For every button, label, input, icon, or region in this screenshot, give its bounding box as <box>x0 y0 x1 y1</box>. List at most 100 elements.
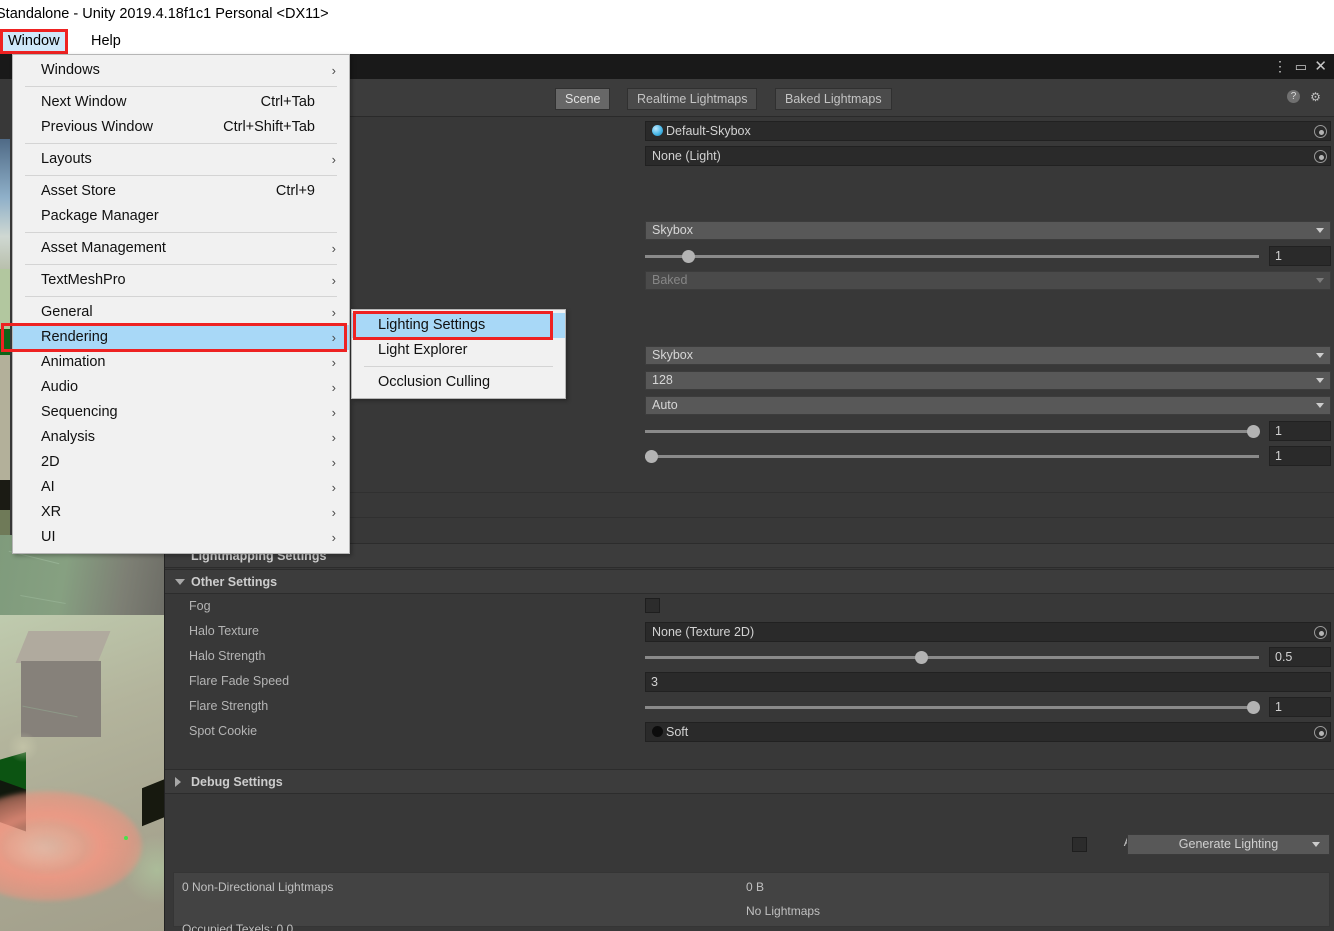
halo-strength-field[interactable]: 0.5 <box>645 647 1331 667</box>
row-fog: Fog <box>165 594 1334 619</box>
panel-options-icon[interactable]: ⋮ <box>1273 54 1287 79</box>
reflection-bounces-slider[interactable] <box>645 450 1259 463</box>
halo-texture-value: None (Texture 2D) <box>652 625 755 639</box>
menu-item-general[interactable]: General › <box>13 300 349 325</box>
menu-item-sequencing[interactable]: Sequencing › <box>13 400 349 425</box>
tab-baked-lightmaps[interactable]: Baked Lightmaps <box>775 88 892 110</box>
chevron-right-icon: › <box>331 380 336 395</box>
gear-icon[interactable]: ⚙ <box>1308 90 1323 105</box>
menu-item-asset-management[interactable]: Asset Management › <box>13 236 349 261</box>
slider-handle[interactable] <box>1246 701 1260 714</box>
spot-cookie-field[interactable]: Soft <box>645 722 1331 742</box>
reflection-source-dropdown[interactable]: Skybox <box>645 346 1331 365</box>
menu-item-2d[interactable]: 2D › <box>13 450 349 475</box>
section-other-settings[interactable]: Other Settings <box>165 569 1334 594</box>
maximize-icon[interactable]: ▭ <box>1295 54 1307 79</box>
reflection-resolution-field[interactable]: 128 <box>645 371 1331 390</box>
menu-item-ui-label: UI <box>41 529 56 545</box>
fog-field[interactable] <box>645 597 1331 615</box>
submenu-item-lighting-settings[interactable]: Lighting Settings <box>352 311 565 340</box>
spot-cookie-objectfield[interactable]: Soft <box>645 722 1331 742</box>
halo-texture-field[interactable]: None (Texture 2D) <box>645 622 1331 642</box>
reflection-intensity-value[interactable]: 1 <box>1269 421 1331 441</box>
rendering-submenu[interactable]: Lighting Settings Light Explorer Occlusi… <box>351 309 566 399</box>
menu-item-next-window[interactable]: Next Window Ctrl+Tab <box>13 90 349 115</box>
menu-item-package-manager[interactable]: Package Manager <box>13 204 349 229</box>
reflection-intensity-slider[interactable] <box>645 425 1260 438</box>
reflection-resolution-dropdown[interactable]: 128 <box>645 371 1331 390</box>
section-debug-settings[interactable]: Debug Settings <box>165 769 1334 794</box>
tab-realtime-lightmaps[interactable]: Realtime Lightmaps <box>627 88 758 110</box>
ambient-intensity-field[interactable]: 1 <box>645 246 1331 266</box>
row-flare-strength: Flare Strength 1 <box>165 694 1334 719</box>
menu-item-audio-label: Audio <box>41 379 79 395</box>
reflection-source-field[interactable]: Skybox <box>645 346 1331 365</box>
menu-item-asset-store[interactable]: Asset Store Ctrl+9 <box>13 179 349 204</box>
flare-fade-speed-value[interactable]: 3 <box>645 672 1331 692</box>
menu-item-ai[interactable]: AI › <box>13 475 349 500</box>
help-icon[interactable]: ? <box>1287 90 1302 105</box>
slider-handle[interactable] <box>1246 425 1260 438</box>
auto-generate-checkbox[interactable] <box>1072 837 1087 852</box>
skybox-material-objectfield[interactable]: Default-Skybox <box>645 121 1331 141</box>
menu-item-ui[interactable]: UI › <box>13 525 349 550</box>
submenu-item-lighting-settings-label: Lighting Settings <box>378 317 486 333</box>
ambient-source-field[interactable]: Skybox <box>645 221 1331 240</box>
slider-handle[interactable] <box>681 250 695 263</box>
menubar-item-window[interactable]: Window <box>0 29 68 54</box>
sun-source-field[interactable]: None (Light) <box>645 146 1331 166</box>
menu-item-layouts[interactable]: Layouts › <box>13 147 349 172</box>
object-picker-icon[interactable] <box>1314 626 1327 639</box>
menu-item-sequencing-label: Sequencing <box>41 404 118 420</box>
menu-item-previous-window-shortcut: Ctrl+Shift+Tab <box>223 119 315 135</box>
submenu-item-occlusion-culling[interactable]: Occlusion Culling <box>352 370 565 395</box>
tab-scene[interactable]: Scene <box>555 88 611 110</box>
preview-green-dot <box>124 836 128 840</box>
object-picker-icon[interactable] <box>1314 125 1327 138</box>
flare-strength-field[interactable]: 1 <box>645 697 1331 717</box>
skybox-material-field[interactable]: Default-Skybox <box>645 121 1331 141</box>
object-picker-icon[interactable] <box>1314 150 1327 163</box>
menubar-item-help[interactable]: Help <box>83 29 129 54</box>
reflection-compression-dropdown[interactable]: Auto <box>645 396 1331 415</box>
flare-strength-slider[interactable] <box>645 701 1260 714</box>
flare-strength-value[interactable]: 1 <box>1269 697 1331 717</box>
fog-checkbox[interactable] <box>645 598 660 613</box>
slider-handle[interactable] <box>645 450 659 463</box>
reflection-intensity-field[interactable]: 1 <box>645 421 1331 441</box>
reflection-bounces-field[interactable]: 1 <box>645 446 1331 466</box>
ambient-intensity-slider[interactable] <box>645 250 1259 263</box>
menu-item-analysis[interactable]: Analysis › <box>13 425 349 450</box>
menu-item-previous-window[interactable]: Previous Window Ctrl+Shift+Tab <box>13 115 349 140</box>
sun-source-objectfield[interactable]: None (Light) <box>645 146 1331 166</box>
ambient-intensity-value[interactable]: 1 <box>1269 246 1331 266</box>
flare-fade-speed-field[interactable]: 3 <box>645 672 1331 692</box>
menu-item-audio[interactable]: Audio › <box>13 375 349 400</box>
fog-label: Fog <box>189 599 211 613</box>
object-picker-icon[interactable] <box>1314 726 1327 739</box>
window-title: Standalone - Unity 2019.4.18f1c1 Persona… <box>0 6 329 22</box>
menu-item-textmeshpro-label: TextMeshPro <box>41 272 126 288</box>
window-dropdown-menu[interactable]: Windows › Next Window Ctrl+Tab Previous … <box>1 54 350 554</box>
halo-texture-objectfield[interactable]: None (Texture 2D) <box>645 622 1331 642</box>
menu-separator <box>25 86 337 87</box>
menu-item-rendering[interactable]: Rendering › <box>1 323 349 352</box>
chevron-down-icon[interactable] <box>175 579 185 585</box>
halo-strength-value[interactable]: 0.5 <box>1269 647 1331 667</box>
slider-handle[interactable] <box>915 651 929 664</box>
scene-view-preview[interactable] <box>0 535 164 931</box>
reflection-compression-field[interactable]: Auto <box>645 396 1331 415</box>
ambient-source-dropdown[interactable]: Skybox <box>645 221 1331 240</box>
chevron-right-icon[interactable] <box>175 777 181 787</box>
menu-item-windows[interactable]: Windows › <box>13 58 349 83</box>
menu-separator <box>25 175 337 176</box>
menu-item-xr[interactable]: XR › <box>13 500 349 525</box>
generate-lighting-button[interactable]: Generate Lighting <box>1127 834 1330 855</box>
chevron-down-icon[interactable] <box>1312 842 1320 847</box>
submenu-item-light-explorer[interactable]: Light Explorer <box>352 338 565 363</box>
halo-strength-slider[interactable] <box>645 651 1259 664</box>
menu-item-animation[interactable]: Animation › <box>13 350 349 375</box>
close-icon[interactable]: ✕ <box>1314 54 1327 79</box>
menu-item-textmeshpro[interactable]: TextMeshPro › <box>13 268 349 293</box>
reflection-bounces-value[interactable]: 1 <box>1269 446 1331 466</box>
